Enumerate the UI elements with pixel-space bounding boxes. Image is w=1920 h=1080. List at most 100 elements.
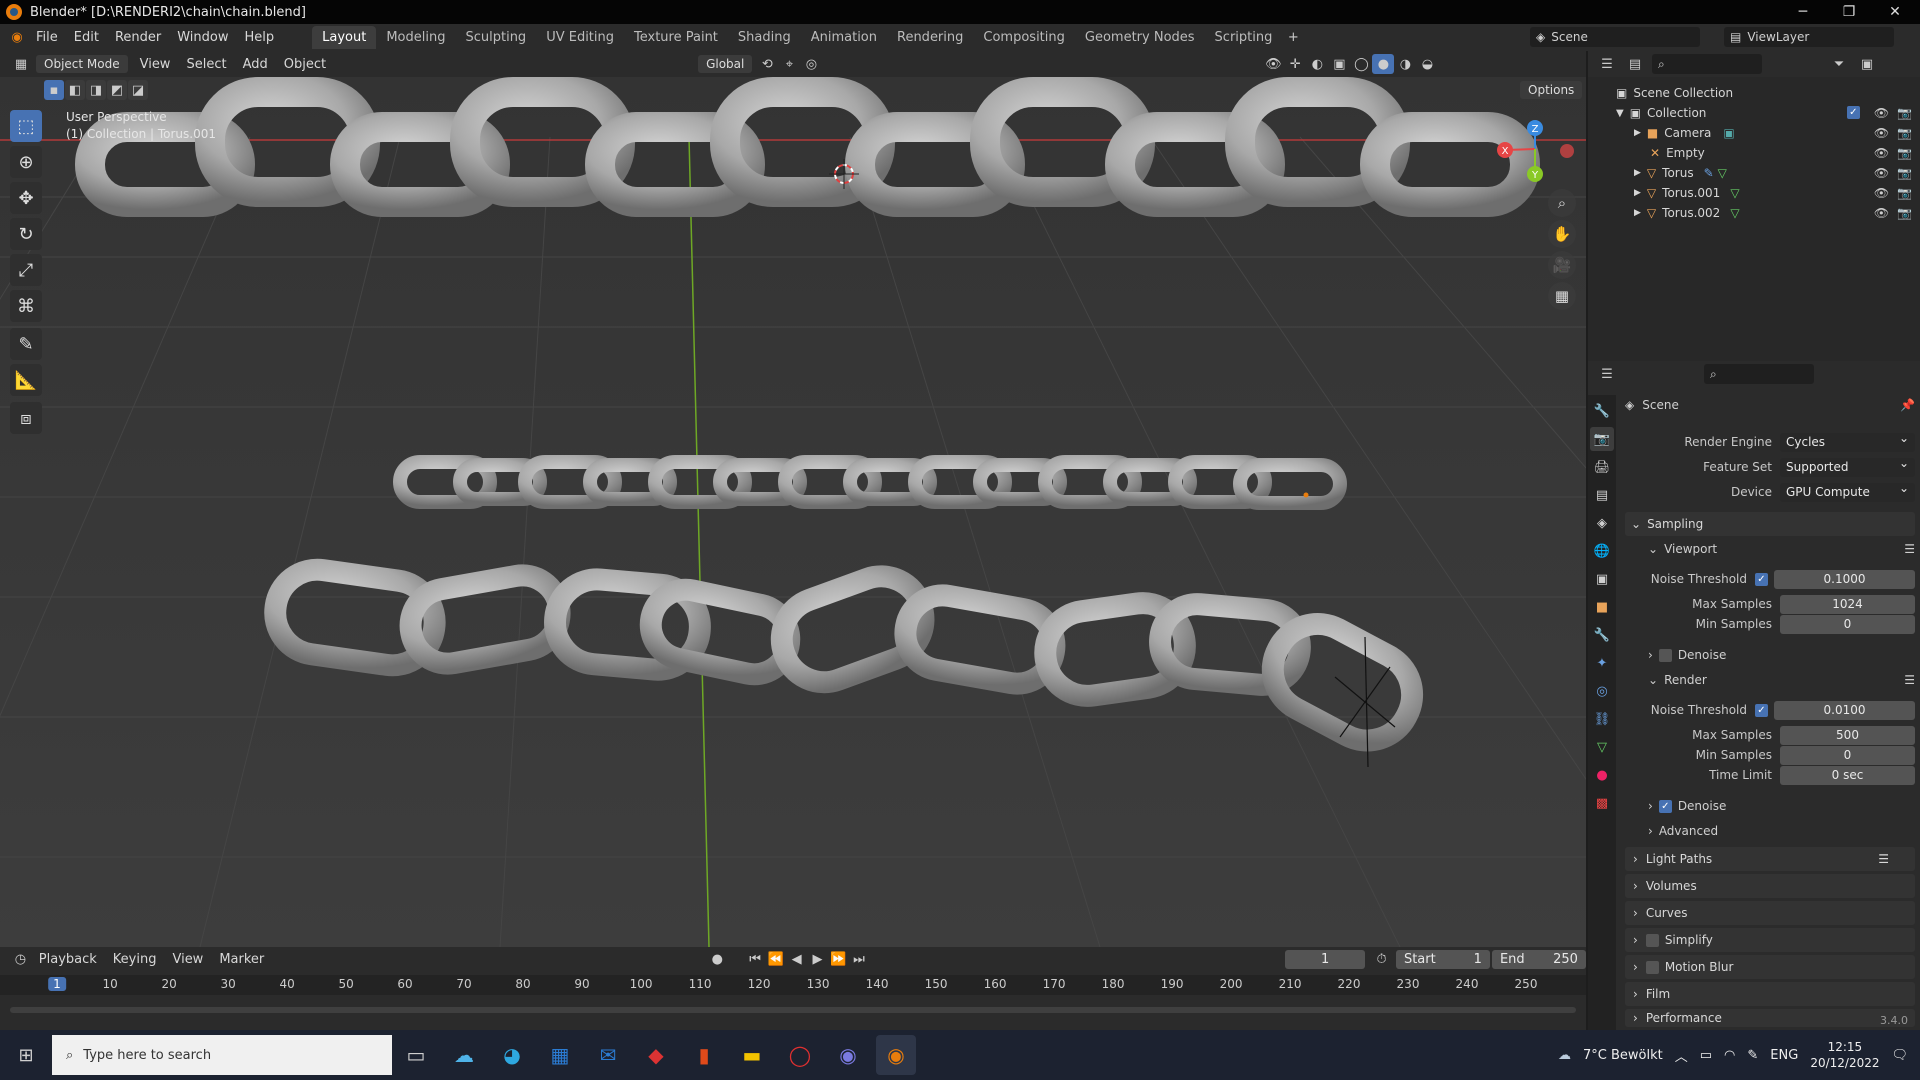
xray-icon[interactable]: ▣ [1328, 54, 1350, 74]
menu-help[interactable]: Help [237, 30, 283, 45]
tab-sculpting[interactable]: Sculpting [455, 26, 536, 49]
select-subtract-icon[interactable]: ◨ [86, 80, 106, 100]
vp-denoise-checkbox[interactable] [1658, 648, 1672, 662]
select-intersect-icon[interactable]: ◪ [128, 80, 148, 100]
tab-geometry-nodes[interactable]: Geometry Nodes [1075, 26, 1205, 49]
menu-file[interactable]: File [28, 30, 66, 45]
constraints-tab-icon[interactable]: ⛓ [1590, 707, 1614, 731]
current-frame-field[interactable]: 1 [1285, 949, 1366, 969]
tab-texture-paint[interactable]: Texture Paint [624, 26, 728, 49]
camera-render-icon[interactable]: 📷 [1897, 126, 1912, 140]
noise-threshold-checkbox[interactable]: ✓ [1755, 572, 1768, 586]
viewport-subpanel-header[interactable]: ⌄ Viewport ☰ [1648, 539, 1915, 559]
tab-compositing[interactable]: Compositing [973, 26, 1075, 49]
curves-panel[interactable]: › Curves [1625, 901, 1915, 925]
simplify-checkbox[interactable] [1645, 933, 1659, 947]
outliner-row-torus-001[interactable]: ▶ ▽ Torus.001 ▽ 👁 📷 [1588, 183, 1920, 203]
pin-icon[interactable]: 📌 [1900, 398, 1915, 412]
chat-app-icon[interactable]: ◉ [828, 1035, 868, 1075]
viewport-menu-object[interactable]: Object [276, 57, 334, 72]
collection-checkbox[interactable]: ✓ [1846, 106, 1860, 119]
3d-viewport[interactable]: Z X Y User Perspective (1) Collection | … [0, 77, 1586, 947]
r-max-samples-field[interactable]: 500 [1780, 725, 1915, 745]
volumes-panel[interactable]: › Volumes [1625, 874, 1915, 898]
render-subpanel-header[interactable]: ⌄ Render ☰ [1648, 670, 1915, 690]
minimize-button[interactable]: ─ [1780, 0, 1826, 24]
office-app-icon[interactable]: ▮ [684, 1035, 724, 1075]
data-tab-icon[interactable]: ▽ [1590, 735, 1614, 759]
physics-tab-icon[interactable]: ◎ [1590, 679, 1614, 703]
shading-rendered-icon[interactable]: ◒ [1416, 54, 1438, 74]
start-frame-field[interactable]: Start 1 [1395, 949, 1490, 969]
expand-arrow-icon[interactable]: ▶ [1634, 188, 1641, 198]
shading-wireframe-icon[interactable]: ◯ [1350, 54, 1372, 74]
overlay-toggle-icon[interactable]: ◐ [1306, 54, 1328, 74]
tool-tab-icon[interactable]: 🔧 [1590, 399, 1614, 423]
menu-edit[interactable]: Edit [66, 30, 107, 45]
ortho-grid-icon[interactable]: ▦ [1548, 282, 1576, 310]
eye-icon[interactable]: 👁 [1874, 126, 1889, 140]
sampling-panel-header[interactable]: ⌄ Sampling [1625, 512, 1915, 536]
add-workspace-button[interactable]: + [1282, 28, 1304, 48]
expand-arrow-icon[interactable]: ▶ [1634, 208, 1641, 218]
eye-icon[interactable]: 👁 [1874, 166, 1889, 180]
rotate-tool-icon[interactable]: ↻ [10, 218, 42, 250]
modifier-tab-icon[interactable]: 🔧 [1590, 623, 1614, 647]
jump-start-icon[interactable]: ⏮ [745, 949, 766, 969]
camera-render-icon[interactable]: 📷 [1897, 166, 1912, 180]
weather-label[interactable]: 7°C Bewölkt [1583, 1048, 1663, 1063]
scene-selector[interactable]: ◈ Scene [1530, 27, 1700, 47]
select-extend-icon[interactable]: ◧ [65, 80, 85, 100]
pen-icon[interactable]: ✎ [1747, 1048, 1758, 1063]
select-box-tool-icon[interactable]: ⬚ [10, 110, 42, 142]
timeline-menu-view[interactable]: View [164, 952, 211, 967]
scale-tool-icon[interactable]: ⤢ [10, 254, 42, 286]
play-icon[interactable]: ▶ [807, 949, 828, 969]
advanced-subpanel[interactable]: › Advanced [1648, 821, 1915, 841]
r-time-limit-field[interactable]: 0 sec [1780, 765, 1915, 785]
tab-shading[interactable]: Shading [728, 26, 801, 49]
menu-render[interactable]: Render [107, 30, 169, 45]
outliner-row-collection[interactable]: ▼ ▣ Collection ✓ 👁 📷 [1588, 103, 1920, 123]
presets-list-icon[interactable]: ☰ [1878, 852, 1889, 866]
outliner-row-torus-002[interactable]: ▶ ▽ Torus.002 ▽ 👁 📷 [1588, 203, 1920, 223]
edge-app-icon[interactable]: ◕ [492, 1035, 532, 1075]
timeline-editor-icon[interactable]: ◷ [10, 949, 31, 969]
r-noise-threshold-checkbox[interactable]: ✓ [1755, 703, 1768, 717]
outliner-search-input[interactable]: ⌕ [1652, 54, 1762, 74]
render-engine-dropdown[interactable]: Cycles [1780, 431, 1915, 452]
r-denoise-subpanel[interactable]: › ✓ Denoise [1648, 796, 1915, 816]
gizmo-toggle-icon[interactable]: ✛ [1284, 54, 1306, 74]
timeline-menu-keying[interactable]: Keying [105, 952, 165, 967]
add-cube-tool-icon[interactable]: ⧈ [10, 402, 42, 434]
close-button[interactable]: ✕ [1872, 0, 1918, 24]
vp-min-samples-field[interactable]: 0 [1780, 614, 1915, 634]
vp-max-samples-field[interactable]: 1024 [1780, 594, 1915, 614]
render-tab-icon[interactable]: 📷 [1590, 427, 1614, 451]
collection-tab-icon[interactable]: ▣ [1590, 567, 1614, 591]
editor-type-icon[interactable]: ▦ [10, 54, 32, 74]
timeline-ruler[interactable]: 1 10 20 30 40 50 60 70 80 90 100 110 120 130 140 150 160… [0, 975, 1586, 995]
viewport-menu-add[interactable]: Add [235, 57, 276, 72]
motion-blur-checkbox[interactable] [1645, 960, 1659, 974]
viewport-menu-select[interactable]: Select [178, 57, 234, 72]
expand-arrow-icon[interactable]: ▶ [1634, 168, 1641, 178]
file-explorer-icon[interactable]: ▬ [732, 1035, 772, 1075]
jump-keyframe-forward-icon[interactable]: ⏩ [828, 949, 849, 969]
outliner-row-scene-collection[interactable]: ▣ Scene Collection [1588, 83, 1920, 103]
zoom-icon[interactable]: ⌕ [1548, 189, 1576, 217]
eye-icon[interactable]: 👁 [1874, 186, 1889, 200]
pan-hand-icon[interactable]: ✋ [1548, 220, 1576, 248]
wifi-icon[interactable]: ◠ [1724, 1048, 1735, 1063]
tab-rendering[interactable]: Rendering [887, 26, 973, 49]
outliner-row-empty[interactable]: ✕ Empty 👁 📷 [1588, 143, 1920, 163]
shading-solid-icon[interactable]: ● [1372, 54, 1395, 74]
blender-menu-icon[interactable]: ◉ [6, 28, 28, 48]
scene-tab-icon[interactable]: ◈ [1590, 511, 1614, 535]
simplify-panel[interactable]: › Simplify [1625, 928, 1915, 952]
tab-layout[interactable]: Layout [312, 26, 377, 49]
outliner-row-camera[interactable]: ▶ ■ Camera ▣ 👁 📷 [1588, 123, 1920, 143]
cursor-tool-icon[interactable]: ⊕ [10, 146, 42, 178]
jump-end-icon[interactable]: ⏭ [849, 949, 870, 969]
store-app-icon[interactable]: ▦ [540, 1035, 580, 1075]
